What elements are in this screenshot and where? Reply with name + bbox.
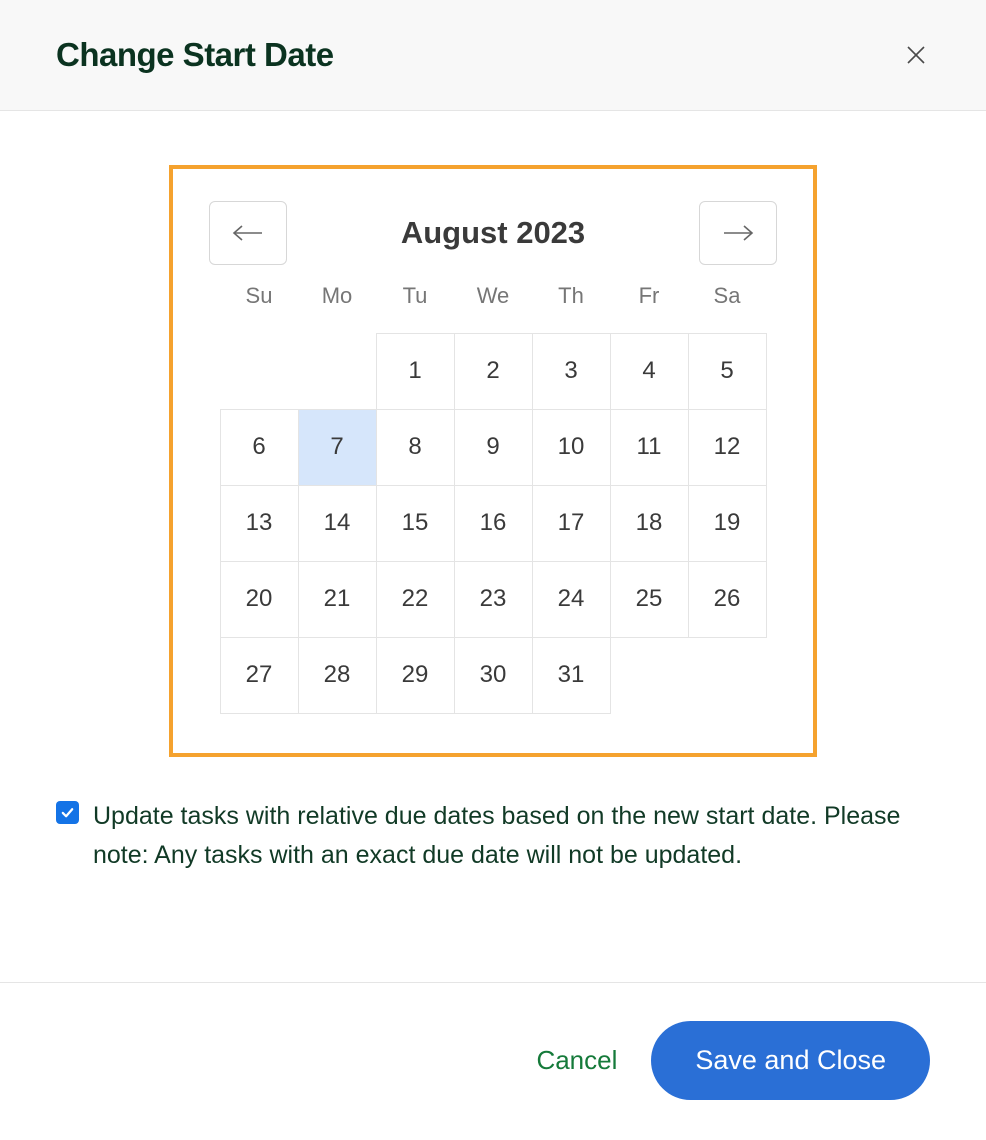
weekday-label: We: [454, 283, 532, 309]
calendar-day[interactable]: 20: [220, 561, 299, 638]
calendar-day[interactable]: 18: [610, 485, 689, 562]
next-month-button[interactable]: [699, 201, 777, 265]
calendar-blank-cell: [298, 333, 376, 409]
calendar-day[interactable]: 12: [688, 409, 767, 486]
calendar-day[interactable]: 25: [610, 561, 689, 638]
calendar-day[interactable]: 14: [298, 485, 377, 562]
weekday-label: Th: [532, 283, 610, 309]
weekday-label: Tu: [376, 283, 454, 309]
weekday-header-row: SuMoTuWeThFrSa: [209, 283, 777, 309]
calendar-day[interactable]: 13: [220, 485, 299, 562]
calendar-day[interactable]: 29: [376, 637, 455, 714]
calendar-day[interactable]: 27: [220, 637, 299, 714]
calendar-day[interactable]: 7: [298, 409, 377, 486]
calendar-frame: August 2023 SuMoTuWeThFrSa 1234567891011…: [169, 165, 817, 757]
calendar-day[interactable]: 8: [376, 409, 455, 486]
update-tasks-checkbox[interactable]: [56, 801, 79, 824]
calendar-day[interactable]: 9: [454, 409, 533, 486]
calendar-day[interactable]: 19: [688, 485, 767, 562]
arrow-left-icon: [231, 223, 265, 243]
calendar-day[interactable]: 10: [532, 409, 611, 486]
calendar-day[interactable]: 23: [454, 561, 533, 638]
modal-header: Change Start Date: [0, 0, 986, 111]
calendar-day[interactable]: 24: [532, 561, 611, 638]
calendar-day[interactable]: 31: [532, 637, 611, 714]
month-year-label: August 2023: [401, 215, 585, 251]
weekday-label: Fr: [610, 283, 688, 309]
weekday-label: Su: [220, 283, 298, 309]
calendar-day[interactable]: 17: [532, 485, 611, 562]
update-tasks-label: Update tasks with relative due dates bas…: [93, 797, 930, 875]
calendar-day[interactable]: 3: [532, 333, 611, 410]
calendar-blank-cell: [220, 333, 298, 409]
calendar-day[interactable]: 21: [298, 561, 377, 638]
calendar-day[interactable]: 4: [610, 333, 689, 410]
save-and-close-button[interactable]: Save and Close: [651, 1021, 930, 1100]
close-icon: [904, 43, 928, 67]
calendar-day[interactable]: 1: [376, 333, 455, 410]
checkmark-icon: [60, 805, 75, 820]
cancel-button[interactable]: Cancel: [536, 1045, 617, 1076]
update-tasks-row: Update tasks with relative due dates bas…: [56, 797, 930, 875]
close-button[interactable]: [902, 41, 930, 69]
calendar-day[interactable]: 22: [376, 561, 455, 638]
calendar-day[interactable]: 2: [454, 333, 533, 410]
calendar-grid: 1234567891011121314151617181920212223242…: [209, 333, 777, 713]
modal-body: August 2023 SuMoTuWeThFrSa 1234567891011…: [0, 111, 986, 915]
modal-title: Change Start Date: [56, 36, 334, 74]
calendar-day[interactable]: 15: [376, 485, 455, 562]
calendar-day[interactable]: 5: [688, 333, 767, 410]
modal-footer: Cancel Save and Close: [0, 982, 986, 1140]
calendar-day[interactable]: 11: [610, 409, 689, 486]
change-start-date-modal: Change Start Date August 2023 SuMoTuWeTh…: [0, 0, 986, 1140]
weekday-label: Sa: [688, 283, 766, 309]
calendar-day[interactable]: 28: [298, 637, 377, 714]
calendar-day[interactable]: 6: [220, 409, 299, 486]
weekday-label: Mo: [298, 283, 376, 309]
calendar-day[interactable]: 30: [454, 637, 533, 714]
arrow-right-icon: [721, 223, 755, 243]
calendar-day[interactable]: 16: [454, 485, 533, 562]
prev-month-button[interactable]: [209, 201, 287, 265]
calendar-header: August 2023: [209, 201, 777, 265]
calendar-day[interactable]: 26: [688, 561, 767, 638]
